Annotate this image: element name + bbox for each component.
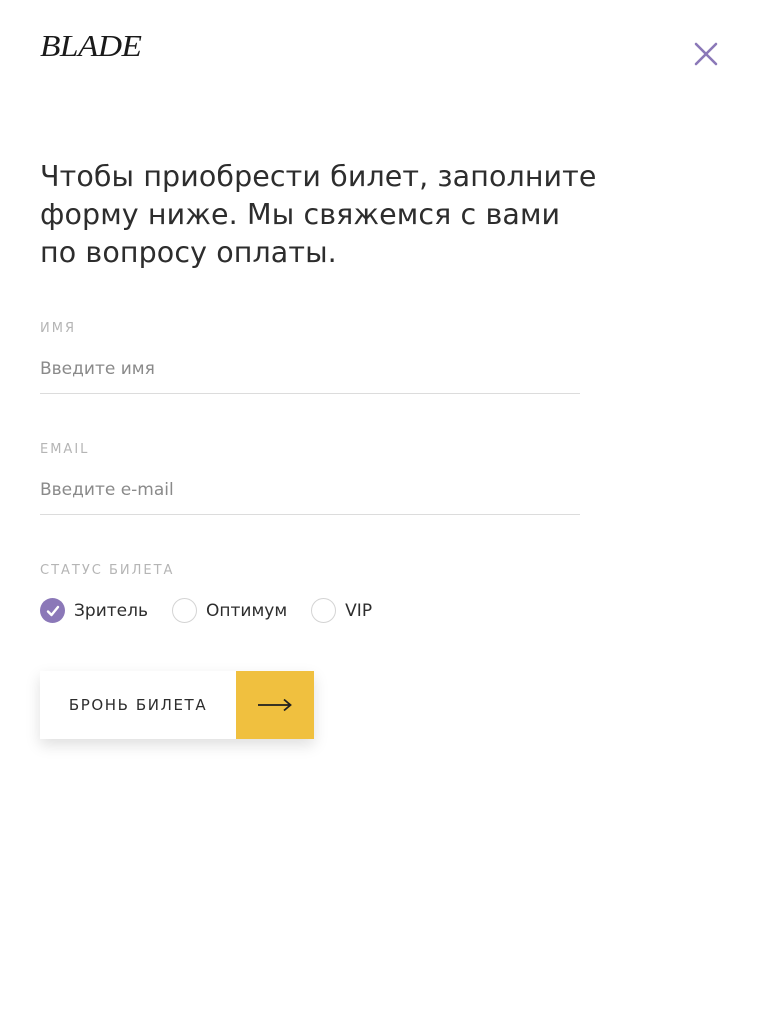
close-icon: [694, 42, 718, 66]
name-input[interactable]: [40, 353, 580, 394]
arrow-right-icon: [258, 698, 292, 712]
radio-checked-icon: [40, 598, 65, 623]
email-input[interactable]: [40, 474, 580, 515]
radio-label-optimum: Оптимум: [206, 600, 288, 621]
radio-option-spectator[interactable]: Зритель: [40, 598, 148, 623]
radio-option-optimum[interactable]: Оптимум: [172, 598, 287, 623]
submit-arrow-block: [236, 671, 314, 739]
radio-unchecked-icon: [311, 598, 337, 623]
logo[interactable]: BLADE: [40, 28, 142, 64]
book-ticket-label: БРОНЬ БИЛЕТА: [68, 696, 208, 714]
radio-label-spectator: Зритель: [74, 600, 148, 621]
radio-unchecked-icon: [172, 598, 197, 623]
book-ticket-button[interactable]: БРОНЬ БИЛЕТА: [40, 671, 314, 739]
ticket-status-label: СТАТУС БИЛЕТА: [40, 563, 175, 578]
radio-label-vip: VIP: [345, 600, 373, 621]
email-label: EMAIL: [40, 442, 90, 457]
page-title: Чтобы приобрести билет, заполните форму …: [40, 160, 597, 269]
email-field: EMAIL: [40, 442, 580, 515]
radio-option-vip[interactable]: VIP: [311, 598, 372, 623]
name-field: ИМЯ: [40, 321, 580, 394]
ticket-status-group: Зритель Оптимум VIP: [40, 598, 396, 623]
name-label: ИМЯ: [40, 321, 76, 336]
close-button[interactable]: [690, 38, 722, 70]
